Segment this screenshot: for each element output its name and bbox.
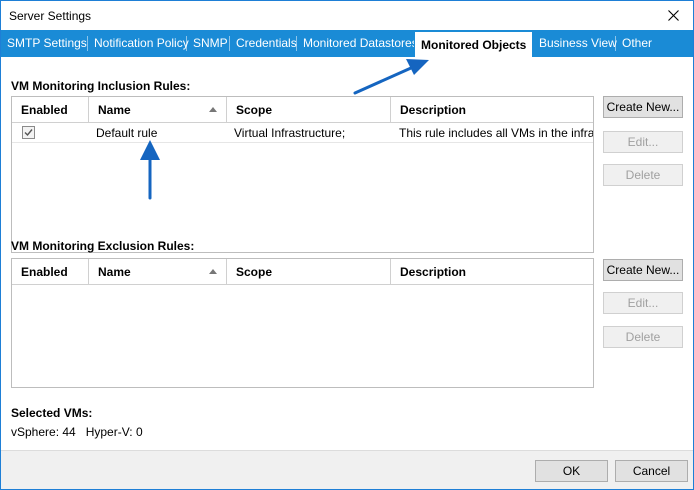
- tab-monitored-datastores[interactable]: Monitored Datastores: [297, 30, 418, 57]
- table-row[interactable]: Default rule Virtual Infrastructure; Thi…: [12, 123, 593, 143]
- enabled-checkbox[interactable]: [22, 126, 35, 139]
- exclusion-delete-button[interactable]: Delete: [603, 326, 683, 348]
- sort-ascending-icon: [209, 269, 217, 274]
- exclusion-create-new-button[interactable]: Create New...: [603, 259, 683, 281]
- tab-credentials[interactable]: Credentials: [230, 30, 297, 57]
- column-name[interactable]: Name: [89, 259, 227, 285]
- column-description[interactable]: Description: [391, 259, 593, 285]
- tab-smtp-settings[interactable]: SMTP Settings: [1, 30, 88, 57]
- tab-business-view[interactable]: Business View: [533, 30, 617, 57]
- tab-snmp[interactable]: SNMP: [187, 30, 230, 57]
- selected-vms-summary: vSphere: 44 Hyper-V: 0: [11, 425, 143, 439]
- close-icon: [667, 10, 679, 21]
- inclusion-create-new-button[interactable]: Create New...: [603, 96, 683, 118]
- close-button[interactable]: [653, 1, 693, 30]
- window-title: Server Settings: [9, 9, 92, 23]
- rule-name: Default rule: [96, 126, 158, 140]
- exclusion-rules-grid[interactable]: Enabled Name Scope Description: [11, 258, 594, 388]
- tab-strip: SMTP Settings Notification Policy SNMP C…: [1, 30, 693, 58]
- cancel-button[interactable]: Cancel: [615, 460, 688, 482]
- dialog-footer: OK Cancel: [1, 450, 693, 489]
- tab-other[interactable]: Other: [616, 30, 664, 57]
- column-enabled[interactable]: Enabled: [12, 259, 89, 285]
- rule-scope: Virtual Infrastructure;: [234, 126, 346, 140]
- inclusion-edit-button[interactable]: Edit...: [603, 131, 683, 153]
- column-scope[interactable]: Scope: [227, 97, 391, 123]
- inclusion-delete-button[interactable]: Delete: [603, 164, 683, 186]
- column-name[interactable]: Name: [89, 97, 227, 123]
- sort-ascending-icon: [209, 107, 217, 112]
- selected-vms-label: Selected VMs:: [11, 406, 93, 420]
- inclusion-rules-grid[interactable]: Enabled Name Scope Description Default r…: [11, 96, 594, 253]
- tab-notification-policy[interactable]: Notification Policy: [88, 30, 189, 57]
- column-scope[interactable]: Scope: [227, 259, 391, 285]
- server-settings-window: Server Settings SMTP Settings Notificati…: [0, 0, 694, 490]
- title-bar: Server Settings: [1, 1, 693, 30]
- column-description[interactable]: Description: [391, 97, 593, 123]
- column-enabled[interactable]: Enabled: [12, 97, 89, 123]
- checkmark-icon: [24, 129, 33, 137]
- ok-button[interactable]: OK: [535, 460, 608, 482]
- exclusion-rules-label: VM Monitoring Exclusion Rules:: [11, 239, 195, 253]
- inclusion-rules-label: VM Monitoring Inclusion Rules:: [11, 79, 191, 93]
- exclusion-edit-button[interactable]: Edit...: [603, 292, 683, 314]
- rule-description: This rule includes all VMs in the infras…: [399, 126, 593, 140]
- tab-monitored-objects[interactable]: Monitored Objects: [414, 31, 533, 58]
- grid-header: Enabled Name Scope Description: [12, 97, 593, 123]
- tab-content-monitored-objects: VM Monitoring Inclusion Rules: Enabled N…: [1, 57, 693, 450]
- grid-header: Enabled Name Scope Description: [12, 259, 593, 285]
